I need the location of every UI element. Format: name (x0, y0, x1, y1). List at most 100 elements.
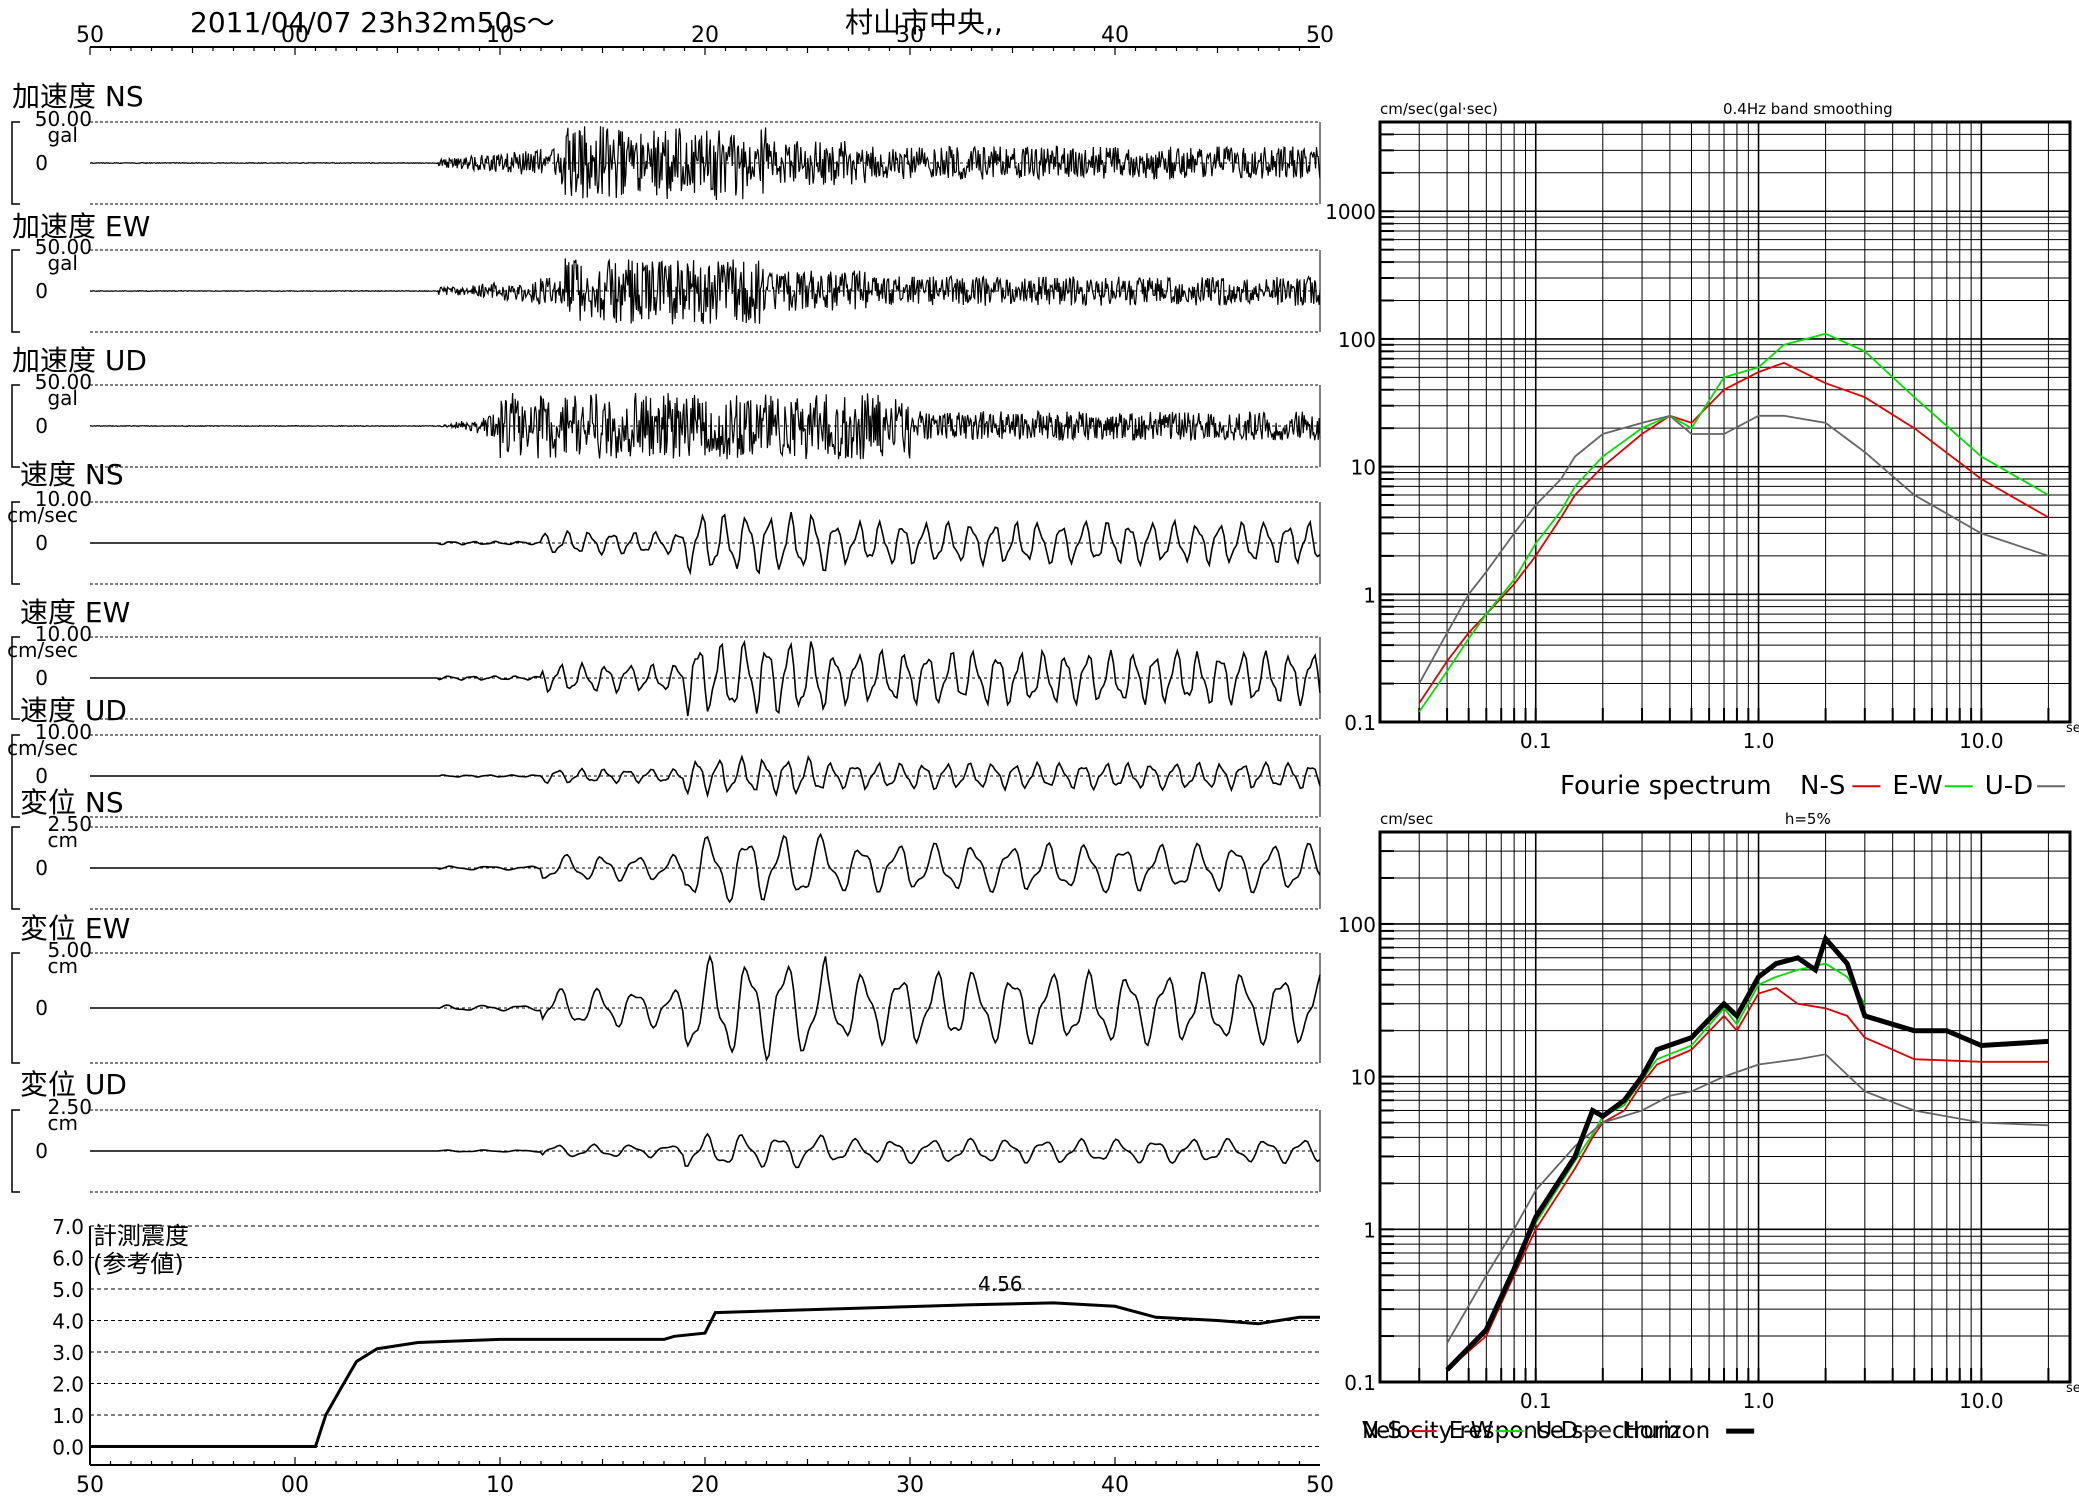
zero-label: 0 (35, 764, 48, 788)
legend-entry: N-S (1800, 771, 1845, 801)
channel-unit: gal (47, 386, 78, 410)
zero-label: 0 (35, 414, 48, 438)
y-tick-label: 1 (1363, 1218, 1376, 1242)
intensity-curve (90, 1301, 1320, 1448)
channel-unit: cm/sec (7, 638, 78, 662)
time-tick-top: 30 (896, 23, 924, 48)
y-tick-label: 100 (1338, 328, 1376, 352)
scale-bracket (11, 826, 20, 910)
time-tick-top: 50 (1306, 23, 1334, 48)
seismic-intensity-panel: 7.0 6.0 5.0 4.0 3.0 2.0 1.0 0.0 計測震度 (参考値) 4.56 (52, 1215, 1320, 1465)
time-tick-bottom: 10 (486, 1473, 514, 1498)
intensity-tick-label: 5.0 (52, 1278, 84, 1302)
time-tick-top: 40 (1101, 23, 1129, 48)
zero-label: 0 (35, 856, 48, 880)
time-tick-bottom: 30 (896, 1473, 924, 1498)
time-tick-bottom: 20 (691, 1473, 719, 1498)
zero-label: 0 (35, 151, 48, 175)
y-tick-label: 0.1 (1344, 1371, 1376, 1395)
zero-label: 0 (35, 531, 48, 555)
time-tick-bottom: 00 (281, 1473, 309, 1498)
time-axis-bottom: 50 00 10 20 30 40 50 (76, 1457, 1334, 1498)
y-tick-label: 10 (1351, 456, 1376, 480)
intensity-tick-label: 2.0 (52, 1373, 84, 1397)
y-tick-label: 1 (1363, 583, 1376, 607)
x-unit-label: sec (2066, 1381, 2079, 1396)
x-tick-label: 1.0 (1743, 1389, 1775, 1413)
waveform-channel: 加速度 EW50.00gal0 (11, 210, 1321, 333)
legend-entry: E-W (1449, 1418, 1494, 1444)
legend-entry: U-D (1985, 771, 2033, 801)
x-tick-label: 0.1 (1520, 729, 1552, 753)
waveform-panels: 加速度 NS50.00gal0加速度 EW50.00gal0加速度 UD50.0… (7, 80, 1321, 1193)
channel-unit: cm/sec (7, 736, 78, 760)
scale-bracket (11, 384, 20, 468)
chart-note: 0.4Hz band smoothing (1723, 100, 1893, 118)
intensity-tick-label: 7.0 (52, 1215, 84, 1239)
x-tick-label: 1.0 (1743, 729, 1775, 753)
channel-unit: gal (47, 123, 78, 147)
intensity-peak-label: 4.56 (978, 1272, 1023, 1296)
time-tick-top: 20 (691, 23, 719, 48)
series-line (1446, 987, 2049, 1371)
waveform-channel: 加速度 UD50.00gal0 (11, 344, 1321, 468)
waveform-channel: 加速度 NS50.00gal0 (11, 80, 1321, 205)
y-axis-label: cm/sec (1380, 810, 1433, 828)
intensity-tick-label: 1.0 (52, 1404, 84, 1428)
plot-frame (1378, 830, 2072, 1384)
y-axis-label: cm/sec(gal·sec) (1380, 100, 1498, 118)
legend-entry: Horizon (1622, 1418, 1710, 1444)
waveform-channel: 変位 NS2.50cm0 (11, 786, 1321, 910)
time-tick-bottom: 40 (1101, 1473, 1129, 1498)
waveform-channel: 速度 UD10.00cm/sec0 (7, 694, 1321, 818)
zero-label: 0 (35, 996, 48, 1020)
intensity-tick-label: 0.0 (52, 1436, 84, 1460)
waveform-trace (89, 392, 1321, 460)
x-unit-label: sec (2066, 721, 2079, 736)
waveform-channel: 変位 UD2.50cm0 (11, 1068, 1321, 1193)
time-tick-top: 50 (76, 23, 104, 48)
intensity-tick-label: 6.0 (52, 1247, 84, 1271)
legend-entry: U-D (1536, 1418, 1579, 1444)
intensity-label-note: (参考値) (93, 1250, 184, 1278)
x-tick-label: 0.1 (1520, 1389, 1552, 1413)
y-tick-label: 100 (1338, 913, 1376, 937)
legend-entry: E-W (1892, 771, 1942, 801)
channel-unit: cm/sec (7, 503, 78, 527)
fourier-spectrum-chart: 0.1 1 10 100 1000 0.1 1.0 10.0 sec cm/sec(gal·sec… (1325, 100, 2079, 801)
chart-title: Fourie spectrum (1560, 771, 1772, 801)
series-line (1418, 332, 2049, 713)
waveform-trace (90, 639, 1321, 717)
waveform-channel: 速度 EW10.00cm/sec0 (7, 596, 1321, 720)
seismogram-report: 2011/04/07 23h32m50s〜 村山市中央,, 50 00 10 20 30… (7, 6, 2079, 1498)
zero-label: 0 (35, 666, 48, 690)
scale-bracket (11, 1109, 20, 1193)
time-tick-top: 10 (486, 23, 514, 48)
channel-unit: gal (47, 251, 78, 275)
zero-label: 0 (35, 279, 48, 303)
waveform-channel: 変位 EW5.00cm0 (11, 912, 1321, 1064)
intensity-tick-label: 4.0 (52, 1310, 84, 1334)
x-tick-label: 10.0 (1959, 1389, 2004, 1413)
scale-bracket (11, 952, 20, 1064)
y-tick-label: 0.1 (1344, 711, 1376, 735)
scale-bracket (11, 249, 20, 333)
channel-unit: cm (48, 828, 78, 852)
chart-note: h=5% (1785, 810, 1831, 828)
y-tick-label: 1000 (1325, 200, 1376, 224)
time-tick-bottom: 50 (1306, 1473, 1334, 1498)
series-line (1418, 414, 2049, 685)
series-line (1446, 1053, 2049, 1344)
velocity-response-spectrum-chart: 0.11101000.11.010.0seccm/sech=5%Velocity… (1338, 810, 2079, 1444)
time-tick-top: 00 (281, 23, 309, 48)
legend-entry: N-S (1362, 1418, 1402, 1444)
waveform-channel: 速度 NS10.00cm/sec0 (7, 458, 1321, 585)
zero-label: 0 (35, 1139, 48, 1163)
y-tick-label: 10 (1351, 1066, 1376, 1090)
intensity-tick-label: 3.0 (52, 1341, 84, 1365)
scale-bracket (11, 121, 20, 205)
channel-unit: cm (48, 954, 78, 978)
intensity-label: 計測震度 (93, 1222, 189, 1250)
time-tick-bottom: 50 (76, 1473, 104, 1498)
x-tick-label: 10.0 (1959, 729, 2004, 753)
